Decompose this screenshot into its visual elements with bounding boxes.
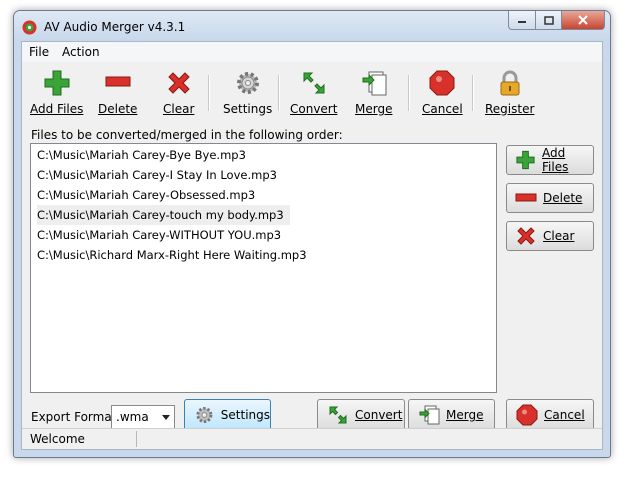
cancel-button[interactable]: Cancel <box>506 399 594 431</box>
toolbar-label: Register <box>485 102 535 116</box>
toolbar-label: Add Files <box>30 102 84 116</box>
close-icon <box>578 15 588 25</box>
status-text: Welcome <box>30 432 85 446</box>
settings-label: Settings <box>220 408 270 422</box>
stop-icon <box>516 404 538 426</box>
x-icon <box>517 227 535 245</box>
toolbar-separator <box>208 75 210 111</box>
toolbar-label: Settings <box>223 102 273 116</box>
toolbar-label: Merge <box>355 102 393 116</box>
toolbar-register-button[interactable]: Register <box>485 65 534 123</box>
file-list[interactable]: C:\Music\Mariah Carey-Bye Bye.mp3 C:\Mus… <box>30 143 497 393</box>
convert-arrows-icon <box>329 406 347 424</box>
app-logo-icon <box>22 20 37 35</box>
lock-icon <box>500 70 520 96</box>
minimize-button[interactable] <box>508 11 536 30</box>
toolbar-merge-button[interactable]: Merge <box>355 65 392 123</box>
maximize-button[interactable] <box>536 11 562 30</box>
add-files-button[interactable]: Add Files <box>506 145 594 175</box>
menu-action[interactable]: Action <box>62 45 100 59</box>
title-bar[interactable]: AV Audio Merger v4.3.1 <box>14 11 610 41</box>
add-files-label: Add Files <box>542 146 569 174</box>
stop-icon <box>429 70 455 96</box>
client-area: File Action Add Files Delete Clear Setti… <box>21 41 603 450</box>
gear-icon <box>196 406 213 424</box>
list-item[interactable]: C:\Music\Mariah Carey-I Stay In Love.mp3 <box>37 165 283 185</box>
status-divider <box>136 431 137 447</box>
toolbar-label: Delete <box>98 102 138 116</box>
merge-label: Merge <box>446 408 484 422</box>
toolbar-add-files-button[interactable]: Add Files <box>30 65 83 123</box>
minus-icon <box>105 76 131 87</box>
merge-button[interactable]: Merge <box>408 399 495 431</box>
clear-label: Clear <box>543 229 575 243</box>
toolbar-separator <box>278 75 280 111</box>
list-item[interactable]: C:\Music\Mariah Carey-touch my body.mp3 <box>37 205 290 225</box>
convert-label: Convert <box>355 408 403 422</box>
list-item[interactable]: C:\Music\Mariah Carey-WITHOUT YOU.mp3 <box>37 225 287 245</box>
list-item[interactable]: C:\Music\Mariah Carey-Obsessed.mp3 <box>37 185 261 205</box>
menu-bar: File Action <box>22 42 602 62</box>
toolbar-cancel-button[interactable]: Cancel <box>422 65 463 123</box>
export-format-value: .wma <box>116 410 149 424</box>
maximize-icon <box>543 15 554 25</box>
toolbar-convert-button[interactable]: Convert <box>290 65 337 123</box>
toolbar-separator <box>408 75 410 111</box>
delete-label: Delete <box>543 191 583 205</box>
toolbar-label: Cancel <box>422 102 463 116</box>
export-format-label: Export Format: <box>31 410 121 424</box>
toolbar-clear-button[interactable]: Clear <box>163 65 194 123</box>
plus-icon <box>516 150 535 170</box>
x-icon <box>167 72 190 94</box>
toolbar-delete-button[interactable]: Delete <box>98 65 137 123</box>
convert-button[interactable]: Convert <box>317 399 405 431</box>
list-item[interactable]: C:\Music\Richard Marx-Right Here Waiting… <box>37 245 313 265</box>
delete-button[interactable]: Delete <box>506 183 594 213</box>
window-title: AV Audio Merger v4.3.1 <box>44 20 186 34</box>
toolbar-settings-button[interactable]: Settings <box>223 65 272 123</box>
menu-file[interactable]: File <box>29 45 49 59</box>
list-item[interactable]: C:\Music\Mariah Carey-Bye Bye.mp3 <box>37 145 252 165</box>
gear-icon <box>236 72 259 94</box>
minus-icon <box>515 193 537 202</box>
chevron-down-icon <box>162 415 170 420</box>
export-format-select[interactable]: .wma <box>111 405 175 429</box>
toolbar-label: Clear <box>163 102 195 116</box>
settings-button[interactable]: Settings <box>184 399 271 431</box>
cancel-label: Cancel <box>544 408 585 422</box>
clear-button[interactable]: Clear <box>506 221 594 251</box>
toolbar: Add Files Delete Clear Settings Convert … <box>22 63 602 125</box>
minimize-icon <box>518 21 526 23</box>
plus-icon <box>44 70 70 96</box>
app-window: AV Audio Merger v4.3.1 File Action Add F… <box>13 10 611 458</box>
files-caption: Files to be converted/merged in the foll… <box>31 128 343 142</box>
toolbar-separator <box>472 75 474 111</box>
status-bar: Welcome <box>22 428 602 449</box>
convert-arrows-icon <box>303 72 325 94</box>
merge-icon <box>362 71 387 96</box>
merge-icon <box>419 405 440 425</box>
toolbar-label: Convert <box>290 102 338 116</box>
close-button[interactable] <box>562 11 605 30</box>
